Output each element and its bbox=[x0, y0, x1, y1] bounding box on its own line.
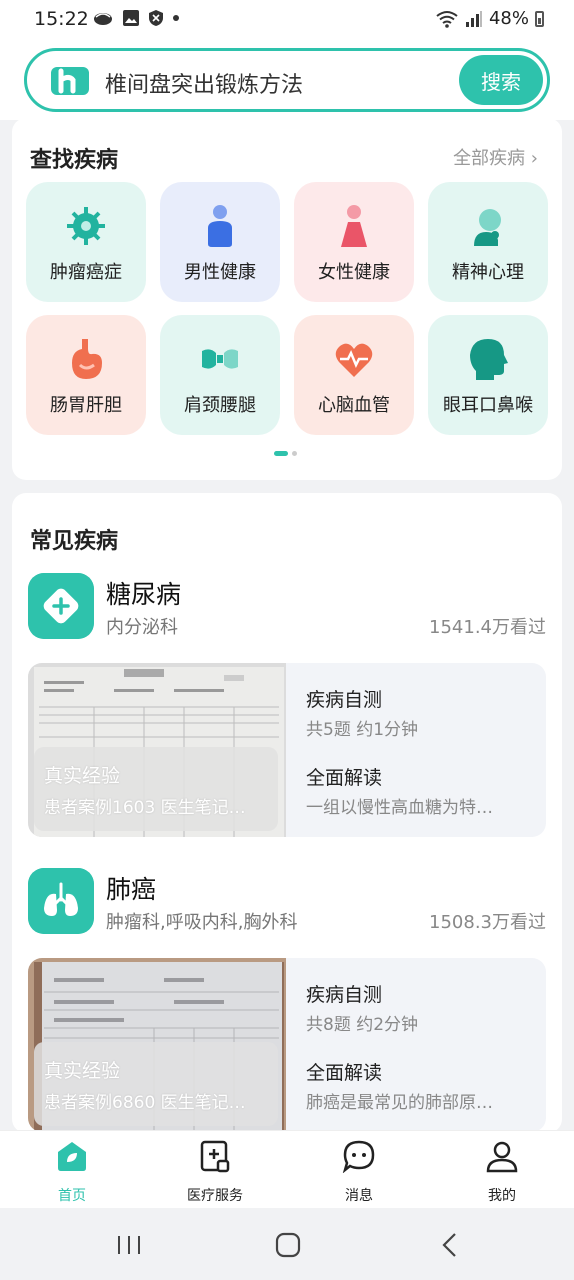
all-diseases-link[interactable]: 全部疾病 › bbox=[453, 144, 538, 170]
disease-views: 1508.3万看过 bbox=[429, 912, 546, 933]
person-icon bbox=[486, 1141, 518, 1173]
category-joint[interactable]: 肩颈腰腿 bbox=[160, 315, 280, 435]
self-test-info: 共8题 约2分钟 bbox=[306, 1015, 419, 1035]
medical-service-icon bbox=[200, 1140, 230, 1173]
category-label: 男性健康 bbox=[184, 262, 256, 283]
self-test-link[interactable]: 疾病自测 bbox=[306, 685, 382, 712]
battery-percent: 48% bbox=[488, 8, 529, 29]
category-mental[interactable]: 精神心理 bbox=[428, 182, 548, 302]
status-right: 48% bbox=[435, 8, 544, 29]
notification-app-icon bbox=[94, 13, 112, 25]
page-dot-active bbox=[274, 451, 288, 456]
chevron-right-icon: › bbox=[530, 148, 538, 169]
category-stomach[interactable]: 肠胃肝胆 bbox=[26, 315, 146, 435]
gallery-icon bbox=[123, 10, 139, 26]
battery-icon bbox=[535, 10, 544, 27]
experience-subtitle: 患者案例1603 医生笔记… bbox=[44, 798, 246, 818]
message-icon bbox=[342, 1140, 375, 1174]
tumor-icon bbox=[67, 207, 105, 245]
find-disease-title: 查找疾病 bbox=[30, 148, 119, 173]
wifi-icon bbox=[436, 10, 458, 28]
system-nav-bar bbox=[0, 1208, 574, 1280]
search-box[interactable]: 椎间盘突出锻炼方法 搜索 bbox=[24, 48, 550, 112]
category-label: 精神心理 bbox=[452, 262, 524, 283]
full-reading-summary: 一组以慢性高血糖为特… bbox=[306, 798, 493, 818]
home-button-icon[interactable] bbox=[275, 1232, 301, 1258]
self-test-link[interactable]: 疾病自测 bbox=[306, 980, 382, 1007]
nav-label: 消息 bbox=[345, 1188, 373, 1204]
nav-messages[interactable]: 消息 bbox=[309, 1139, 409, 1205]
category-label: 女性健康 bbox=[318, 262, 390, 283]
nav-label: 首页 bbox=[58, 1188, 86, 1204]
bottom-nav: 首页 医疗服务 消息 我的 bbox=[0, 1130, 574, 1209]
shield-icon bbox=[149, 10, 163, 26]
status-bar: 15:22 48% bbox=[0, 0, 574, 40]
nav-label: 我的 bbox=[488, 1188, 516, 1204]
page-dot bbox=[292, 451, 297, 456]
stomach-icon bbox=[72, 339, 102, 379]
joint-icon bbox=[202, 349, 238, 369]
full-reading-link[interactable]: 全面解读 bbox=[306, 1058, 382, 1085]
disease-links: 疾病自测 共5题 约1分钟 全面解读 一组以慢性高血糖为特… bbox=[306, 663, 536, 837]
category-label: 肩颈腰腿 bbox=[184, 395, 256, 416]
disease-links: 疾病自测 共8题 约2分钟 全面解读 肺癌是最常见的肺部原… bbox=[306, 958, 536, 1132]
real-experience-card[interactable]: 真实经验 患者案例6860 医生笔记… bbox=[28, 958, 286, 1132]
common-disease-card: 常见疾病 糖尿病 内分泌科 1541.4万看过 真实经验 患者案例1603 医生… bbox=[12, 493, 562, 1133]
experience-subtitle: 患者案例6860 医生笔记… bbox=[44, 1093, 246, 1113]
signal-icon bbox=[465, 10, 482, 27]
experience-title: 真实经验 bbox=[44, 1060, 121, 1082]
full-reading-link[interactable]: 全面解读 bbox=[306, 763, 382, 790]
common-disease-title: 常见疾病 bbox=[30, 529, 119, 554]
self-test-info: 共5题 约1分钟 bbox=[306, 720, 419, 740]
all-diseases-label: 全部疾病 bbox=[453, 148, 526, 169]
category-female[interactable]: 女性健康 bbox=[294, 182, 414, 302]
find-disease-card: 查找疾病 全部疾病 › 肿瘤癌症 男性健康 女性健康 精神心理 肠胃肝胆 肩颈腰… bbox=[12, 118, 562, 480]
experience-overlay: 真实经验 患者案例1603 医生笔记… bbox=[34, 747, 278, 831]
nav-medical-services[interactable]: 医疗服务 bbox=[165, 1139, 265, 1205]
male-icon bbox=[208, 205, 232, 247]
nav-profile[interactable]: 我的 bbox=[452, 1139, 552, 1205]
lungs-icon bbox=[28, 868, 94, 934]
dot-icon bbox=[173, 15, 179, 21]
disease-dept: 内分泌科 bbox=[106, 617, 178, 638]
heart-icon bbox=[335, 343, 373, 377]
category-label: 眼耳口鼻喉 bbox=[443, 395, 533, 416]
notification-icons bbox=[92, 9, 180, 27]
experience-title: 真实经验 bbox=[44, 765, 121, 787]
mental-icon bbox=[474, 209, 501, 246]
search-input[interactable]: 椎间盘突出锻炼方法 bbox=[105, 67, 303, 99]
disease-detail-box: 真实经验 患者案例1603 医生笔记… 疾病自测 共5题 约1分钟 全面解读 一… bbox=[28, 663, 546, 837]
category-head[interactable]: 眼耳口鼻喉 bbox=[428, 315, 548, 435]
top-search-bar: 椎间盘突出锻炼方法 搜索 bbox=[0, 40, 574, 120]
nav-label: 医疗服务 bbox=[187, 1188, 243, 1204]
status-time: 15:22 bbox=[34, 8, 89, 30]
disease-detail-box: 真实经验 患者案例6860 医生笔记… 疾病自测 共8题 约2分钟 全面解读 肺… bbox=[28, 958, 546, 1132]
search-button[interactable]: 搜索 bbox=[459, 55, 543, 105]
back-icon[interactable] bbox=[440, 1232, 460, 1258]
page-indicator bbox=[274, 451, 297, 456]
app-logo-icon bbox=[51, 67, 89, 95]
category-male[interactable]: 男性健康 bbox=[160, 182, 280, 302]
category-label: 肿瘤癌症 bbox=[50, 262, 122, 283]
recent-apps-icon[interactable] bbox=[116, 1234, 142, 1256]
disease-views: 1541.4万看过 bbox=[429, 617, 546, 638]
full-reading-summary: 肺癌是最常见的肺部原… bbox=[306, 1093, 493, 1113]
category-label: 肠胃肝胆 bbox=[50, 395, 122, 416]
disease-dept: 肿瘤科,呼吸内科,胸外科 bbox=[106, 912, 298, 933]
category-heart[interactable]: 心脑血管 bbox=[294, 315, 414, 435]
experience-overlay: 真实经验 患者案例6860 医生笔记… bbox=[34, 1042, 278, 1126]
home-icon bbox=[58, 1142, 86, 1171]
category-label: 心脑血管 bbox=[318, 395, 390, 416]
real-experience-card[interactable]: 真实经验 患者案例1603 医生笔记… bbox=[28, 663, 286, 837]
disease-name: 肺癌 bbox=[106, 875, 157, 904]
category-tumor[interactable]: 肿瘤癌症 bbox=[26, 182, 146, 302]
female-icon bbox=[341, 205, 367, 247]
diabetes-icon bbox=[28, 573, 94, 639]
disease-name: 糖尿病 bbox=[106, 580, 182, 609]
nav-home[interactable]: 首页 bbox=[22, 1139, 122, 1205]
head-icon bbox=[470, 339, 508, 380]
